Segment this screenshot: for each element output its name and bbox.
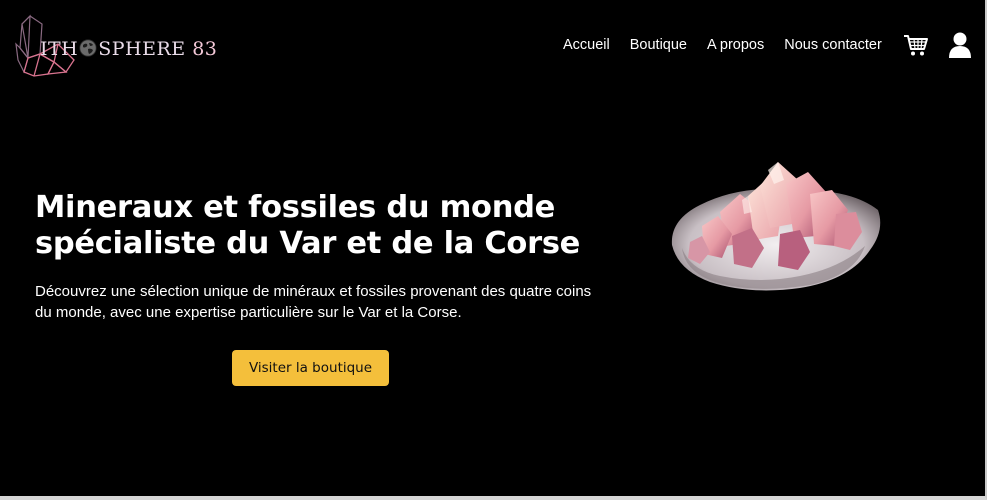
logo-number: 83 [192, 38, 218, 60]
hero-title-line2: spécialiste du Var et de la Corse [35, 226, 581, 261]
nav-item-boutique[interactable]: Boutique [630, 37, 687, 53]
cart-icon[interactable] [903, 33, 929, 57]
hero-title: Mineraux et fossiles du monde spécialist… [35, 190, 580, 262]
logo-text: ITH SPHERE 83 [40, 38, 217, 60]
main-nav: Accueil Boutique A propos Nous contacter [563, 37, 882, 53]
visit-shop-button[interactable]: Visiter la boutique [232, 350, 389, 386]
user-icon[interactable] [948, 31, 972, 59]
nav-item-a-propos[interactable]: A propos [707, 37, 764, 53]
nav-item-accueil[interactable]: Accueil [563, 37, 610, 53]
hero-title-line1: Mineraux et fossiles du monde [35, 190, 556, 225]
globe-icon [79, 39, 97, 57]
hero-description: Découvrez une sélection unique de minéra… [35, 283, 592, 321]
logo-part2: SPHERE [98, 38, 186, 60]
crystal-image [671, 162, 881, 438]
crystal-main [671, 162, 881, 291]
logo-part1: ITH [40, 38, 79, 60]
page-frame: ITH SPHERE 83 Accueil Boutique A propos … [0, 0, 987, 500]
site-logo[interactable]: ITH SPHERE 83 [14, 14, 217, 80]
crystal-reflection [671, 309, 881, 438]
nav-item-nous-contacter[interactable]: Nous contacter [784, 37, 882, 53]
